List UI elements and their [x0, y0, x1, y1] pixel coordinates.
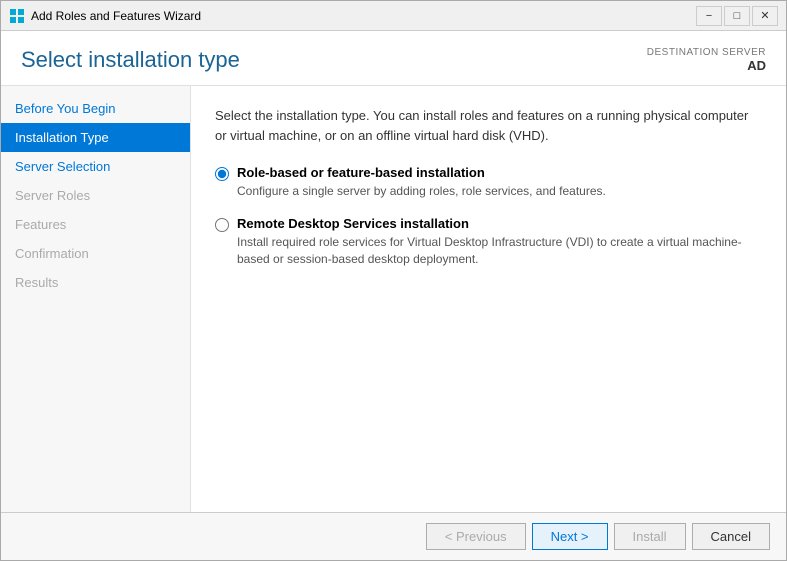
- restore-button[interactable]: □: [724, 6, 750, 26]
- sidebar-item-features: Features: [1, 210, 190, 239]
- option-role-based-desc: Configure a single server by adding role…: [237, 183, 606, 200]
- option-remote-desktop-text: Remote Desktop Services installation Ins…: [237, 216, 762, 268]
- page-title: Select installation type: [21, 47, 240, 73]
- sidebar-item-results: Results: [1, 268, 190, 297]
- window-title: Add Roles and Features Wizard: [31, 9, 696, 23]
- sidebar-item-server-selection[interactable]: Server Selection: [1, 152, 190, 181]
- title-bar: Add Roles and Features Wizard − □ ✕: [1, 1, 786, 31]
- cancel-button[interactable]: Cancel: [692, 523, 770, 550]
- main-window: Add Roles and Features Wizard − □ ✕ Sele…: [0, 0, 787, 561]
- close-button[interactable]: ✕: [752, 6, 778, 26]
- content-area: Before You Begin Installation Type Serve…: [1, 86, 786, 512]
- radio-role-based-wrap: [215, 167, 229, 184]
- minimize-button[interactable]: −: [696, 6, 722, 26]
- sidebar: Before You Begin Installation Type Serve…: [1, 86, 191, 512]
- footer: < Previous Next > Install Cancel: [1, 512, 786, 560]
- option-role-based-title: Role-based or feature-based installation: [237, 165, 606, 180]
- option-role-based-text: Role-based or feature-based installation…: [237, 165, 606, 200]
- description: Select the installation type. You can in…: [215, 106, 762, 145]
- option-remote-desktop-title: Remote Desktop Services installation: [237, 216, 762, 231]
- sidebar-item-server-roles: Server Roles: [1, 181, 190, 210]
- window-controls: − □ ✕: [696, 6, 778, 26]
- installation-options: Role-based or feature-based installation…: [215, 165, 762, 267]
- sidebar-item-before-you-begin[interactable]: Before You Begin: [1, 94, 190, 123]
- option-role-based: Role-based or feature-based installation…: [215, 165, 762, 200]
- install-button[interactable]: Install: [614, 523, 686, 550]
- radio-remote-desktop[interactable]: [215, 218, 229, 232]
- radio-role-based[interactable]: [215, 167, 229, 181]
- destination-label: DESTINATION SERVER: [647, 47, 766, 58]
- destination-server-info: DESTINATION SERVER AD: [647, 47, 766, 73]
- page-header: Select installation type DESTINATION SER…: [1, 31, 786, 86]
- previous-button[interactable]: < Previous: [426, 523, 526, 550]
- main-content: Select the installation type. You can in…: [191, 86, 786, 512]
- sidebar-item-confirmation: Confirmation: [1, 239, 190, 268]
- next-button[interactable]: Next >: [532, 523, 608, 550]
- radio-remote-desktop-wrap: [215, 218, 229, 235]
- option-remote-desktop-desc: Install required role services for Virtu…: [237, 234, 762, 268]
- sidebar-item-installation-type[interactable]: Installation Type: [1, 123, 190, 152]
- destination-server-name: AD: [647, 58, 766, 73]
- app-icon: [9, 8, 25, 24]
- option-remote-desktop: Remote Desktop Services installation Ins…: [215, 216, 762, 268]
